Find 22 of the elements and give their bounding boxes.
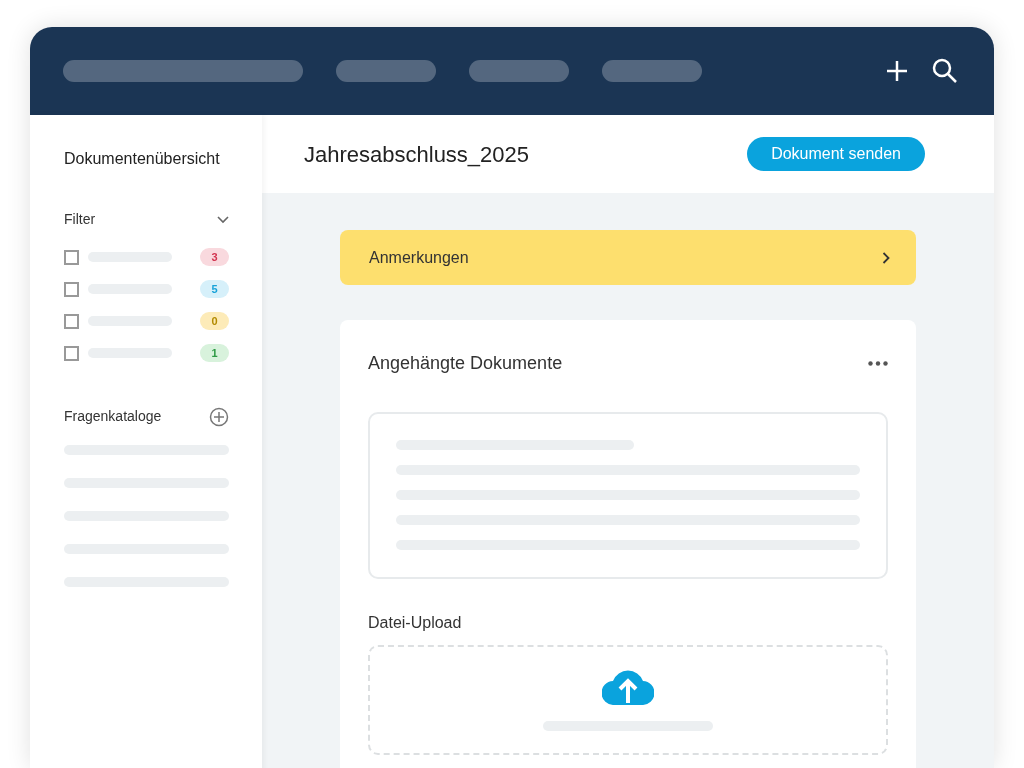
count-badge: 0	[200, 312, 229, 330]
add-circle-icon[interactable]	[209, 406, 229, 427]
upload-label: Datei-Upload	[368, 613, 463, 633]
add-icon[interactable]	[886, 60, 908, 82]
filter-checkbox[interactable]	[64, 249, 79, 265]
upload-dropzone[interactable]	[368, 645, 888, 755]
document-title: Jahresabschluss_2025	[304, 140, 530, 169]
chevron-icon[interactable]	[217, 215, 229, 224]
chevron-right-icon	[882, 251, 890, 264]
count-badge: 3	[200, 248, 229, 266]
notes-bar[interactable]: Anmerkungen	[340, 230, 916, 285]
filter-checkbox[interactable]	[64, 281, 79, 297]
more-icon[interactable]	[868, 361, 888, 366]
attachments-title: Angehängte Dokumente	[368, 352, 563, 375]
filter-checkbox[interactable]	[64, 313, 79, 329]
filter-label: Filter	[64, 210, 96, 229]
filter-checkbox[interactable]	[64, 345, 79, 361]
sidebar-title: Dokumentenübersicht	[64, 149, 221, 169]
catalogs-label: Fragenkataloge	[64, 407, 162, 426]
search-icon[interactable]	[932, 58, 958, 84]
count-badge: 5	[200, 280, 229, 298]
count-badge: 1	[200, 344, 229, 362]
